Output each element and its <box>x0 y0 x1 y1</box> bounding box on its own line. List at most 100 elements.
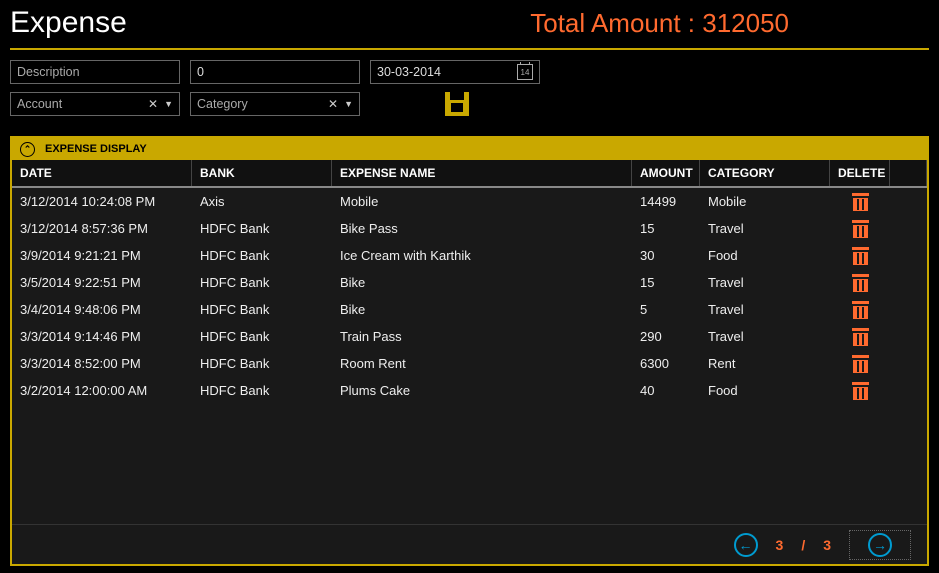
table-row[interactable]: 3/2/2014 12:00:00 AMHDFC BankPlums Cake4… <box>12 377 927 404</box>
pager-sep: / <box>801 537 805 553</box>
cell-bank: Axis <box>192 194 332 209</box>
grid-body: 3/12/2014 10:24:08 PMAxisMobile14499Mobi… <box>12 188 927 524</box>
cell-category: Travel <box>700 275 830 290</box>
cell-amount: 6300 <box>632 356 700 371</box>
table-row[interactable]: 3/9/2014 9:21:21 PMHDFC BankIce Cream wi… <box>12 242 927 269</box>
chevron-down-icon[interactable]: ▼ <box>344 99 353 109</box>
table-row[interactable]: 3/3/2014 8:52:00 PMHDFC BankRoom Rent630… <box>12 350 927 377</box>
calendar-icon[interactable]: 14 <box>517 64 533 80</box>
collapse-icon[interactable]: ⌃ <box>20 142 35 157</box>
table-row[interactable]: 3/12/2014 10:24:08 PMAxisMobile14499Mobi… <box>12 188 927 215</box>
cell-category: Travel <box>700 329 830 344</box>
cell-delete <box>830 382 890 400</box>
cell-name: Ice Cream with Karthik <box>332 248 632 263</box>
clear-account-icon[interactable]: ✕ <box>148 97 158 111</box>
cell-category: Travel <box>700 302 830 317</box>
cell-date: 3/4/2014 9:48:06 PM <box>12 302 192 317</box>
delete-icon[interactable] <box>852 193 869 211</box>
cell-name: Room Rent <box>332 356 632 371</box>
cell-bank: HDFC Bank <box>192 302 332 317</box>
col-category[interactable]: CATEGORY <box>700 160 830 186</box>
col-date[interactable]: DATE <box>12 160 192 186</box>
cell-name: Bike Pass <box>332 221 632 236</box>
next-page-button[interactable]: → <box>868 533 892 557</box>
table-row[interactable]: 3/12/2014 8:57:36 PMHDFC BankBike Pass15… <box>12 215 927 242</box>
cell-delete <box>830 247 890 265</box>
cell-amount: 30 <box>632 248 700 263</box>
pager-current: 3 <box>776 537 784 553</box>
cell-amount: 15 <box>632 275 700 290</box>
expense-panel: ⌃ EXPENSE DISPLAY DATE BANK EXPENSE NAME… <box>10 136 929 566</box>
date-value: 30-03-2014 <box>377 65 441 79</box>
cell-bank: HDFC Bank <box>192 356 332 371</box>
cell-date: 3/2/2014 12:00:00 AM <box>12 383 192 398</box>
col-end <box>890 160 927 186</box>
category-placeholder: Category <box>197 97 248 111</box>
cell-date: 3/9/2014 9:21:21 PM <box>12 248 192 263</box>
cell-amount: 15 <box>632 221 700 236</box>
delete-icon[interactable] <box>852 220 869 238</box>
cell-date: 3/3/2014 9:14:46 PM <box>12 329 192 344</box>
delete-icon[interactable] <box>852 382 869 400</box>
delete-icon[interactable] <box>852 328 869 346</box>
delete-icon[interactable] <box>852 301 869 319</box>
delete-icon[interactable] <box>852 247 869 265</box>
cell-amount: 5 <box>632 302 700 317</box>
save-button[interactable] <box>445 92 469 116</box>
grid-header: DATE BANK EXPENSE NAME AMOUNT CATEGORY D… <box>12 160 927 188</box>
cell-bank: HDFC Bank <box>192 383 332 398</box>
account-dropdown[interactable]: Account ✕ ▼ <box>10 92 180 116</box>
cell-delete <box>830 193 890 211</box>
clear-category-icon[interactable]: ✕ <box>328 97 338 111</box>
cell-delete <box>830 301 890 319</box>
filters: Description 0 30-03-2014 14 Account ✕ ▼ … <box>10 50 929 130</box>
prev-page-button[interactable]: ← <box>734 533 758 557</box>
pager-total: 3 <box>823 537 831 553</box>
chevron-down-icon[interactable]: ▼ <box>164 99 173 109</box>
table-row[interactable]: 3/3/2014 9:14:46 PMHDFC BankTrain Pass29… <box>12 323 927 350</box>
date-input[interactable]: 30-03-2014 14 <box>370 60 540 84</box>
panel-header[interactable]: ⌃ EXPENSE DISPLAY <box>12 138 927 160</box>
cell-date: 3/3/2014 8:52:00 PM <box>12 356 192 371</box>
col-amount[interactable]: AMOUNT <box>632 160 700 186</box>
cell-date: 3/12/2014 10:24:08 PM <box>12 194 192 209</box>
header: Expense Total Amount : 312050 <box>10 2 929 50</box>
col-delete[interactable]: DELETE <box>830 160 890 186</box>
cell-amount: 40 <box>632 383 700 398</box>
next-page-focus: → <box>849 530 911 560</box>
cell-delete <box>830 274 890 292</box>
cell-name: Train Pass <box>332 329 632 344</box>
cell-category: Mobile <box>700 194 830 209</box>
cell-name: Mobile <box>332 194 632 209</box>
panel-title: EXPENSE DISPLAY <box>45 143 147 155</box>
cell-amount: 14499 <box>632 194 700 209</box>
category-dropdown[interactable]: Category ✕ ▼ <box>190 92 360 116</box>
cell-date: 3/5/2014 9:22:51 PM <box>12 275 192 290</box>
cell-date: 3/12/2014 8:57:36 PM <box>12 221 192 236</box>
description-input[interactable]: Description <box>10 60 180 84</box>
cell-bank: HDFC Bank <box>192 221 332 236</box>
cell-category: Rent <box>700 356 830 371</box>
table-row[interactable]: 3/5/2014 9:22:51 PMHDFC BankBike15Travel <box>12 269 927 296</box>
total-amount: Total Amount : 312050 <box>530 8 789 39</box>
cell-delete <box>830 355 890 373</box>
cell-name: Bike <box>332 302 632 317</box>
cell-bank: HDFC Bank <box>192 275 332 290</box>
col-bank[interactable]: BANK <box>192 160 332 186</box>
account-placeholder: Account <box>17 97 62 111</box>
cell-amount: 290 <box>632 329 700 344</box>
col-name[interactable]: EXPENSE NAME <box>332 160 632 186</box>
delete-icon[interactable] <box>852 355 869 373</box>
cell-delete <box>830 328 890 346</box>
amount-input[interactable]: 0 <box>190 60 360 84</box>
cell-name: Bike <box>332 275 632 290</box>
cell-delete <box>830 220 890 238</box>
cell-name: Plums Cake <box>332 383 632 398</box>
page-title: Expense <box>10 6 127 40</box>
cell-bank: HDFC Bank <box>192 329 332 344</box>
delete-icon[interactable] <box>852 274 869 292</box>
cell-category: Food <box>700 248 830 263</box>
cell-bank: HDFC Bank <box>192 248 332 263</box>
expense-grid: DATE BANK EXPENSE NAME AMOUNT CATEGORY D… <box>12 160 927 564</box>
table-row[interactable]: 3/4/2014 9:48:06 PMHDFC BankBike5Travel <box>12 296 927 323</box>
